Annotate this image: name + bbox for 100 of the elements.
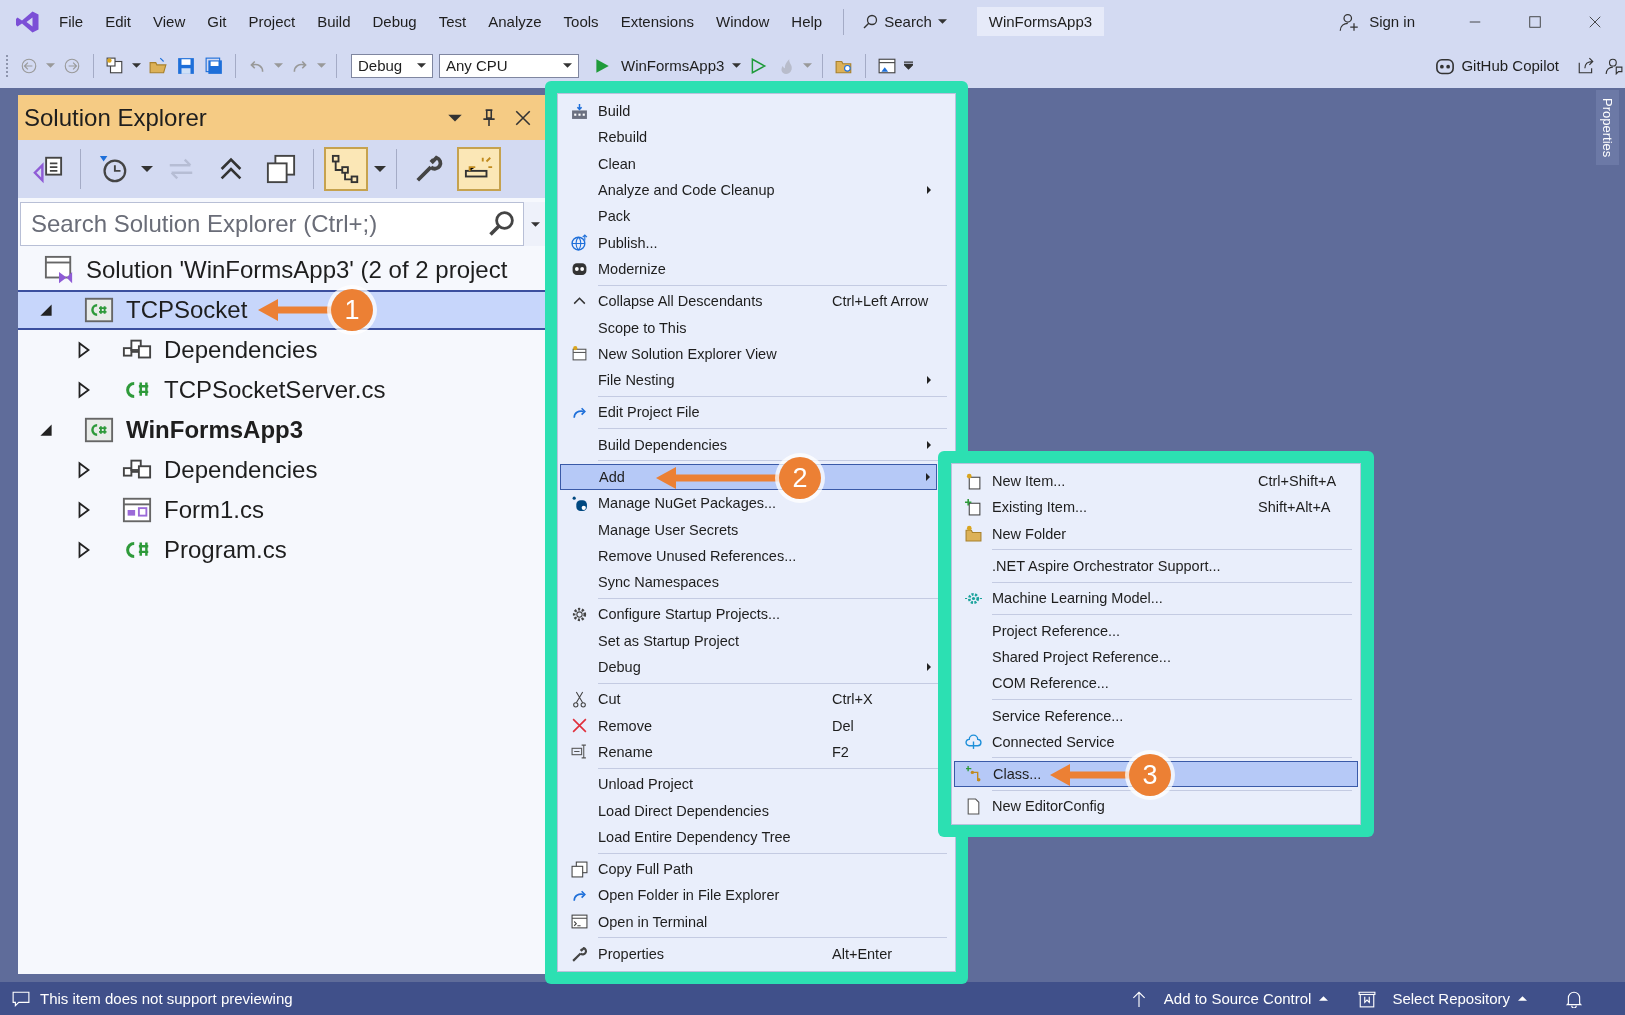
menu-item[interactable]: Debug [560,653,937,681]
menu-item[interactable]: Unload Project [560,771,937,798]
copilot-button[interactable]: GitHub Copilot [1435,55,1559,76]
status-message: This item does not support previewing [40,990,293,1007]
clock-icon [98,154,128,184]
share-icon[interactable] [1577,56,1595,75]
bell-icon[interactable] [1565,989,1583,1008]
menu-item[interactable]: New EditorConfig [954,793,1358,820]
menu-item[interactable]: Open in Terminal [560,908,937,935]
save-all-icon[interactable] [205,56,223,75]
menu-item[interactable]: Remove Del [560,712,937,739]
menu-item[interactable]: Properties Alt+Enter [560,940,937,968]
tree-item[interactable]: Dependencies [18,450,546,490]
new-project-icon[interactable] [106,56,124,75]
menu-item[interactable]: Publish... [560,229,937,256]
menu-item[interactable]: Pack [560,203,937,230]
menu-item[interactable]: Tools [552,13,610,30]
menu-item[interactable]: Manage User Secrets [560,516,937,543]
menu-item[interactable]: Rename F2 [560,738,937,766]
menu-item[interactable]: Remove Unused References... [560,542,937,570]
menu-item[interactable]: Service Reference... [954,702,1358,729]
tree-item[interactable]: Program.cs [18,530,546,570]
overflow-icon[interactable] [904,61,914,70]
menu-item[interactable]: Shared Project Reference... [954,643,1358,671]
menu-item[interactable]: View [142,13,197,30]
repository-button[interactable]: Select Repository [1358,989,1527,1008]
menu-item[interactable]: Window [705,13,781,30]
menu-item[interactable]: Debug [361,13,428,30]
play-outline-icon[interactable] [749,56,768,75]
menu-item[interactable]: Copy Full Path [560,856,937,883]
menu-item[interactable]: New Item... Ctrl+Shift+A [954,468,1358,495]
wrench-icon [414,154,444,184]
menu-item[interactable]: Load Direct Dependencies [560,797,937,824]
caret-icon[interactable] [141,163,153,175]
step-number: 2 [779,457,821,499]
tree-item[interactable]: Form1.cs [18,490,546,530]
menu-item[interactable]: Project [237,13,307,30]
source-control-button[interactable]: Add to Source Control [1129,989,1329,1008]
menu-item[interactable]: New Folder [954,520,1358,547]
menu-item[interactable]: Git [196,13,238,30]
dropdown-button[interactable] [524,202,546,246]
menu-item[interactable]: Test [427,13,478,30]
search-field[interactable]: Search Solution Explorer (Ctrl+;) [20,202,524,246]
tree-item[interactable]: TCPSocketServer.cs [18,370,546,410]
menu-item[interactable]: New Solution Explorer View [560,340,937,367]
tree-item[interactable]: WinFormsApp3 [18,410,546,450]
logo-icon[interactable] [16,9,40,34]
toolbar-button[interactable] [457,147,501,191]
menu-item[interactable]: Edit Project File [560,399,937,426]
menu-item[interactable]: Machine Learning Model... [954,585,1358,612]
menu-item[interactable]: Configure Startup Projects... [560,601,937,628]
menu-item[interactable]: File [48,13,95,30]
menu-item[interactable]: Build Dependencies [560,431,937,458]
search-button[interactable]: Search [854,9,955,34]
menu-item[interactable]: COM Reference... [954,670,1358,697]
toolbar-button[interactable] [324,147,368,191]
platform-dropdown[interactable]: Any CPU [439,53,579,78]
menu-item[interactable]: Collapse All Descendants Ctrl+Left Arrow [560,288,937,315]
configuration-dropdown[interactable]: Debug [351,53,433,78]
menu-item[interactable]: Project Reference... [954,617,1358,644]
pin-icon[interactable] [480,108,498,127]
menu-item[interactable]: Set as Startup Project [560,627,937,654]
step-number: 3 [1129,754,1171,796]
close-icon[interactable] [1588,14,1602,29]
tree-item[interactable]: Dependencies [18,330,546,370]
close-icon[interactable] [514,108,532,127]
menu-item[interactable]: Connected Service [954,728,1358,755]
menu-item[interactable]: Build [306,13,362,30]
menu-item[interactable]: Analyze and Code Cleanup [560,176,937,204]
csharp-project-icon [84,415,114,445]
menu-item[interactable]: Clean [560,150,937,177]
sign-in-button[interactable]: Sign in [1339,11,1415,32]
save-icon[interactable] [177,56,195,75]
properties-tab[interactable]: Properties [1596,90,1619,166]
step-number: 1 [331,289,373,331]
menu-item[interactable]: Scope to This [560,314,937,341]
menu-item[interactable]: Existing Item... Shift+Alt+A [954,494,1358,521]
menu-item[interactable]: .NET Aspire Orchestrator Support... [954,552,1358,580]
caret-icon[interactable] [132,61,141,70]
menu-item[interactable]: Cut Ctrl+X [560,686,937,713]
caret-icon[interactable] [374,163,386,175]
maximize-icon[interactable] [1528,14,1542,29]
menu-item[interactable]: Help [780,13,834,30]
feedback-icon[interactable] [1605,56,1623,75]
menu-item[interactable]: Build [560,98,937,125]
open-folder-icon[interactable] [149,56,167,75]
menu-item[interactable]: Analyze [477,13,553,30]
shortcut-label: Ctrl+X [832,691,873,708]
start-button[interactable]: WinFormsApp3 [591,56,742,75]
menu-item[interactable]: File Nesting [560,366,937,394]
window-icon[interactable] [878,56,897,75]
menu-item[interactable]: Edit [94,13,143,30]
tree-item[interactable]: Solution 'WinFormsApp3' (2 of 2 project [18,250,546,290]
menu-item[interactable]: Modernize [560,255,937,283]
menu-item[interactable]: Extensions [609,13,705,30]
menu-item[interactable]: Sync Namespaces [560,569,937,596]
menu-item[interactable]: Rebuild [560,124,937,151]
menu-item[interactable]: Load Entire Dependency Tree [560,823,937,850]
menu-item[interactable]: Open Folder in File Explorer [560,882,937,909]
folder-icon [964,525,982,543]
